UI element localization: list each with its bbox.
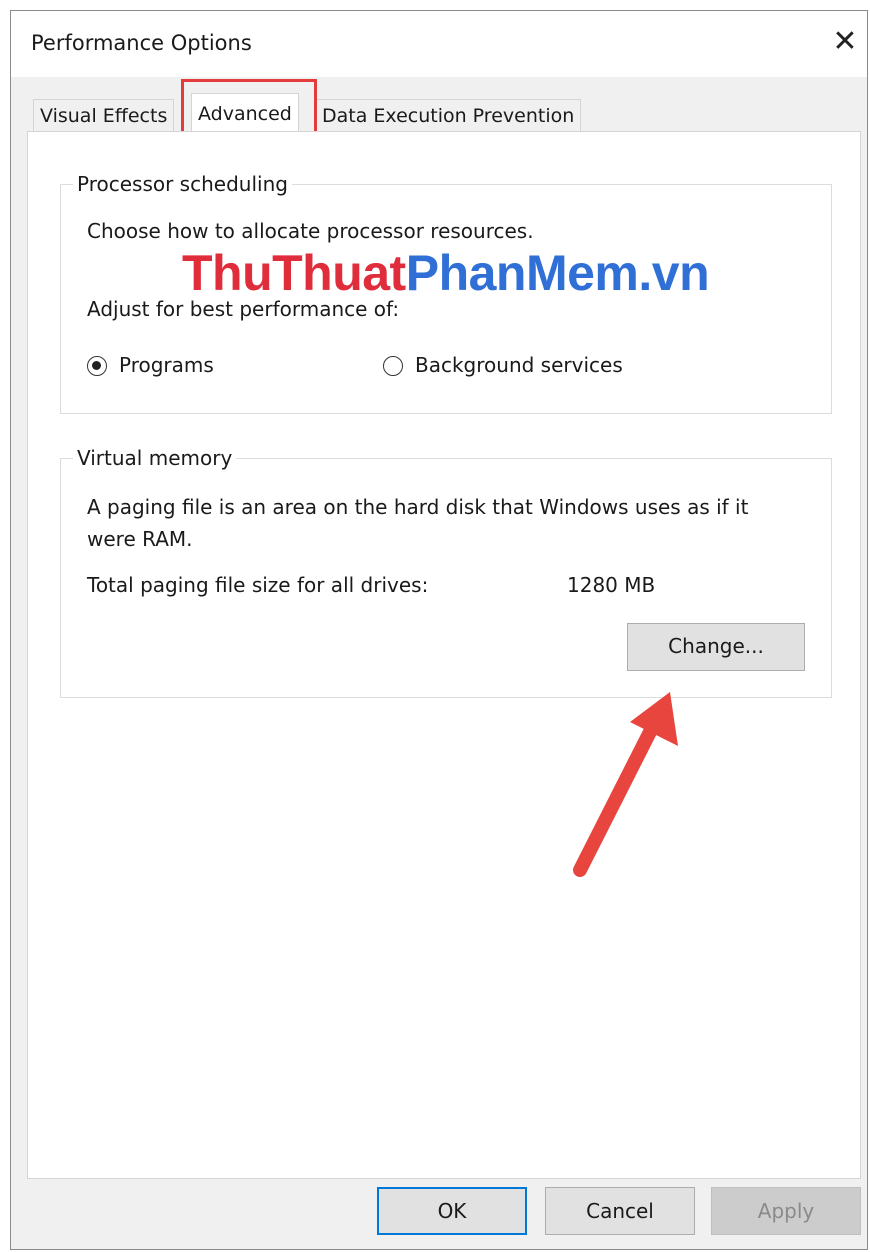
radio-programs[interactable]: Programs — [87, 353, 267, 379]
tab-strip: Visual Effects Advanced Data Execution P… — [11, 77, 867, 137]
virtual-memory-description-line2: were RAM. — [87, 527, 193, 551]
radio-background-services[interactable]: Background services — [383, 353, 683, 379]
watermark-part-vn: .vn — [638, 245, 710, 301]
tab-data-execution-prevention[interactable]: Data Execution Prevention — [315, 99, 582, 133]
radio-programs-indicator[interactable] — [87, 356, 107, 376]
virtual-memory-legend: Virtual memory — [73, 445, 237, 471]
apply-button[interactable]: Apply — [711, 1187, 861, 1235]
watermark-logo: ThuThuatPhanMem.vn — [182, 244, 710, 302]
total-paging-label: Total paging file size for all drives: — [87, 573, 429, 597]
processor-scheduling-description: Choose how to allocate processor resourc… — [87, 219, 534, 243]
performance-options-window: Performance Options ✕ Visual Effects Adv… — [10, 10, 868, 1250]
tab-visual-effects[interactable]: Visual Effects — [33, 99, 175, 133]
cancel-button[interactable]: Cancel — [545, 1187, 695, 1235]
arrow-icon — [573, 692, 678, 877]
tab-panel-advanced: Processor scheduling Choose how to alloc… — [27, 131, 861, 1179]
change-button[interactable]: Change... — [627, 623, 805, 671]
arrow-shaft — [573, 713, 663, 877]
watermark-part-thuthuat: ThuThuat — [182, 245, 406, 301]
window-title: Performance Options — [31, 31, 252, 55]
processor-scheduling-legend: Processor scheduling — [73, 171, 292, 197]
title-bar: Performance Options ✕ — [11, 11, 867, 77]
radio-programs-label: Programs — [119, 353, 214, 377]
virtual-memory-description-line1: A paging file is an area on the hard dis… — [87, 495, 749, 519]
radio-background-services-label: Background services — [415, 353, 623, 377]
total-paging-value: 1280 MB — [567, 573, 656, 597]
ok-button[interactable]: OK — [377, 1187, 527, 1235]
watermark-part-phanmem: PhanMem — [405, 245, 639, 301]
virtual-memory-group: Virtual memory A paging file is an area … — [60, 445, 832, 698]
radio-background-services-indicator[interactable] — [383, 356, 403, 376]
close-icon[interactable]: ✕ — [831, 27, 859, 57]
